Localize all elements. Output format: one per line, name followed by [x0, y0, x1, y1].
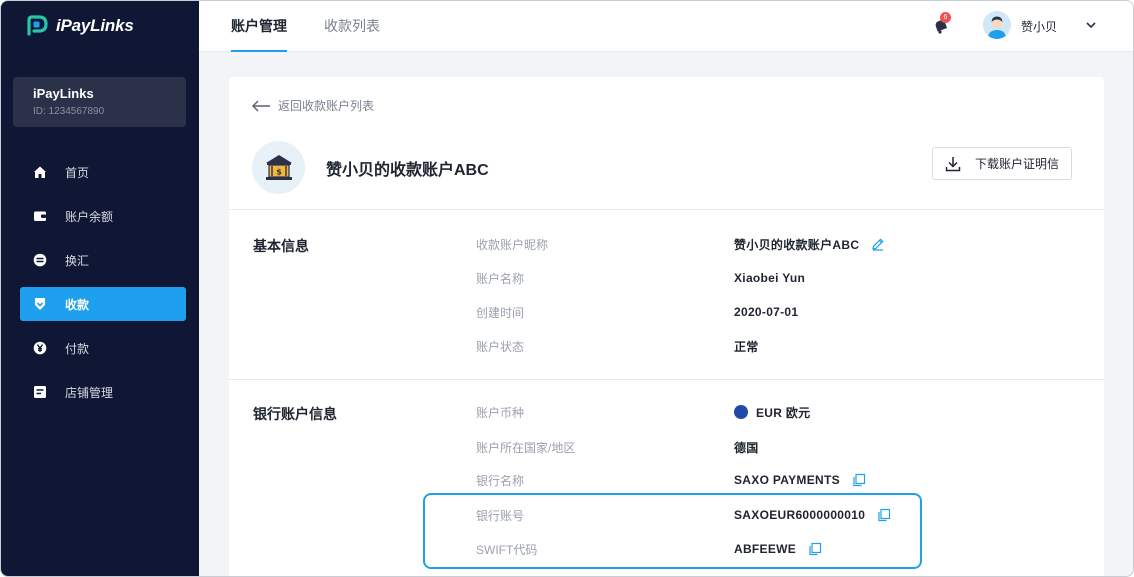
- divider: [229, 379, 1104, 380]
- avatar[interactable]: [983, 11, 1011, 39]
- row-value: 德国: [734, 440, 759, 455]
- row-value: 赞小贝的收款账户ABC: [734, 236, 885, 253]
- sidebar-item-label: 账户余额: [65, 209, 114, 224]
- account-name: iPayLinks: [33, 86, 94, 101]
- arrow-left-icon: [252, 100, 270, 111]
- sidebar-item-label: 付款: [65, 341, 90, 356]
- row-value: EUR 欧元: [734, 404, 810, 421]
- row-label: 创建时间: [476, 305, 525, 320]
- sidebar-item-label: 首页: [65, 165, 90, 180]
- row-label: 银行账号: [476, 508, 525, 523]
- sidebar: iPayLinks iPayLinks ID: 1234567890 首页 账户…: [1, 1, 199, 576]
- download-button-label: 下载账户证明信: [975, 157, 1060, 171]
- download-icon: [945, 156, 961, 171]
- currency-value: EUR 欧元: [756, 405, 811, 420]
- back-link[interactable]: 返回收款账户列表: [251, 97, 374, 114]
- info-row-created: 创建时间 2020-07-01: [476, 302, 1076, 322]
- user-name[interactable]: 赞小贝: [1021, 18, 1057, 35]
- app-window: iPayLinks iPayLinks ID: 1234567890 首页 账户…: [0, 0, 1134, 577]
- copy-icon[interactable]: [877, 508, 891, 522]
- exchange-icon: [33, 253, 47, 267]
- yen-icon: [33, 341, 47, 355]
- bank-icon: $: [252, 141, 305, 194]
- row-label: 银行名称: [476, 473, 525, 488]
- row-label: 账户所在国家/地区: [476, 440, 576, 455]
- sidebar-item-label: 换汇: [65, 253, 90, 268]
- copy-icon[interactable]: [808, 542, 822, 556]
- info-row-currency: 账户币种 EUR 欧元: [476, 402, 1076, 422]
- account-id: ID: 1234567890: [33, 106, 105, 117]
- sidebar-item-home[interactable]: 首页: [20, 155, 186, 189]
- row-label: 账户状态: [476, 339, 525, 354]
- row-value: 2020-07-01: [734, 305, 799, 319]
- chevron-down-icon[interactable]: [1085, 19, 1097, 31]
- row-label: 账户币种: [476, 405, 525, 420]
- nickname-value: 赞小贝的收款账户ABC: [734, 237, 860, 252]
- info-row-account-name: 账户名称 Xiaobei Yun: [476, 268, 1076, 288]
- bank-info-title: 银行账户信息: [253, 406, 337, 422]
- info-row-account-number: 银行账号 SAXOEUR6000000010: [476, 505, 1076, 525]
- row-value: ABFEEWE: [734, 542, 822, 556]
- row-value: SAXOEUR6000000010: [734, 508, 891, 522]
- sidebar-item-exchange[interactable]: 换汇: [20, 243, 186, 277]
- sidebar-item-balance[interactable]: 账户余额: [20, 199, 186, 233]
- basic-info-title: 基本信息: [253, 238, 309, 254]
- row-label: SWIFT代码: [476, 542, 538, 557]
- sidebar-item-label: 店铺管理: [65, 385, 114, 400]
- store-icon: [33, 385, 47, 399]
- user-avatar-icon: [983, 11, 1011, 39]
- page-title: 赞小贝的收款账户ABC: [326, 162, 489, 179]
- sidebar-item-receive[interactable]: 收款: [20, 287, 186, 321]
- top-bar: 账户管理 收款列表 6 赞小贝: [199, 1, 1133, 52]
- row-label: 账户名称: [476, 271, 525, 286]
- row-value: Xiaobei Yun: [734, 271, 806, 285]
- edit-icon[interactable]: [871, 237, 885, 251]
- sidebar-nav: 首页 账户余额 换汇 收款 付款 店铺管理: [20, 155, 186, 419]
- info-row-swift: SWIFT代码 ABFEEWE: [476, 539, 1076, 559]
- logo-icon: [27, 15, 48, 36]
- divider: [229, 209, 1104, 210]
- swift-value: ABFEEWE: [734, 542, 797, 556]
- account-switcher[interactable]: iPayLinks ID: 1234567890: [13, 77, 186, 127]
- row-value: SAXO PAYMENTS: [734, 473, 866, 487]
- sidebar-item-label: 收款: [65, 297, 90, 312]
- back-link-label: 返回收款账户列表: [278, 99, 375, 113]
- wallet-icon: [33, 209, 47, 223]
- status-value: 正常: [734, 339, 759, 354]
- download-certificate-button[interactable]: 下载账户证明信: [932, 147, 1072, 180]
- row-label: 收款账户昵称: [476, 237, 549, 252]
- account-number-value: SAXOEUR6000000010: [734, 508, 866, 522]
- eu-flag-icon: [734, 405, 748, 419]
- brand-name: iPayLinks: [56, 16, 134, 35]
- home-icon: [33, 165, 47, 179]
- copy-icon[interactable]: [852, 473, 866, 487]
- info-row-country: 账户所在国家/地区 德国: [476, 437, 1076, 457]
- sidebar-item-store[interactable]: 店铺管理: [20, 375, 186, 409]
- sidebar-item-pay[interactable]: 付款: [20, 331, 186, 365]
- notifications-button[interactable]: 6: [932, 12, 951, 35]
- svg-text:$: $: [276, 167, 282, 176]
- info-row-status: 账户状态 正常: [476, 336, 1076, 356]
- account-detail-card: 返回收款账户列表 $ 赞小贝的收款账户ABC 下载账户证明信 基本信息 收款账户…: [229, 77, 1104, 576]
- tab-receipt-list[interactable]: 收款列表: [324, 1, 380, 52]
- bank-name-value: SAXO PAYMENTS: [734, 473, 840, 487]
- tab-account-management[interactable]: 账户管理: [231, 1, 287, 52]
- brand-logo[interactable]: iPayLinks: [25, 13, 134, 39]
- receive-icon: [33, 297, 47, 311]
- info-row-bank-name: 银行名称 SAXO PAYMENTS: [476, 470, 1076, 490]
- notification-badge: 6: [940, 12, 951, 23]
- info-row-nickname: 收款账户昵称 赞小贝的收款账户ABC: [476, 234, 1076, 254]
